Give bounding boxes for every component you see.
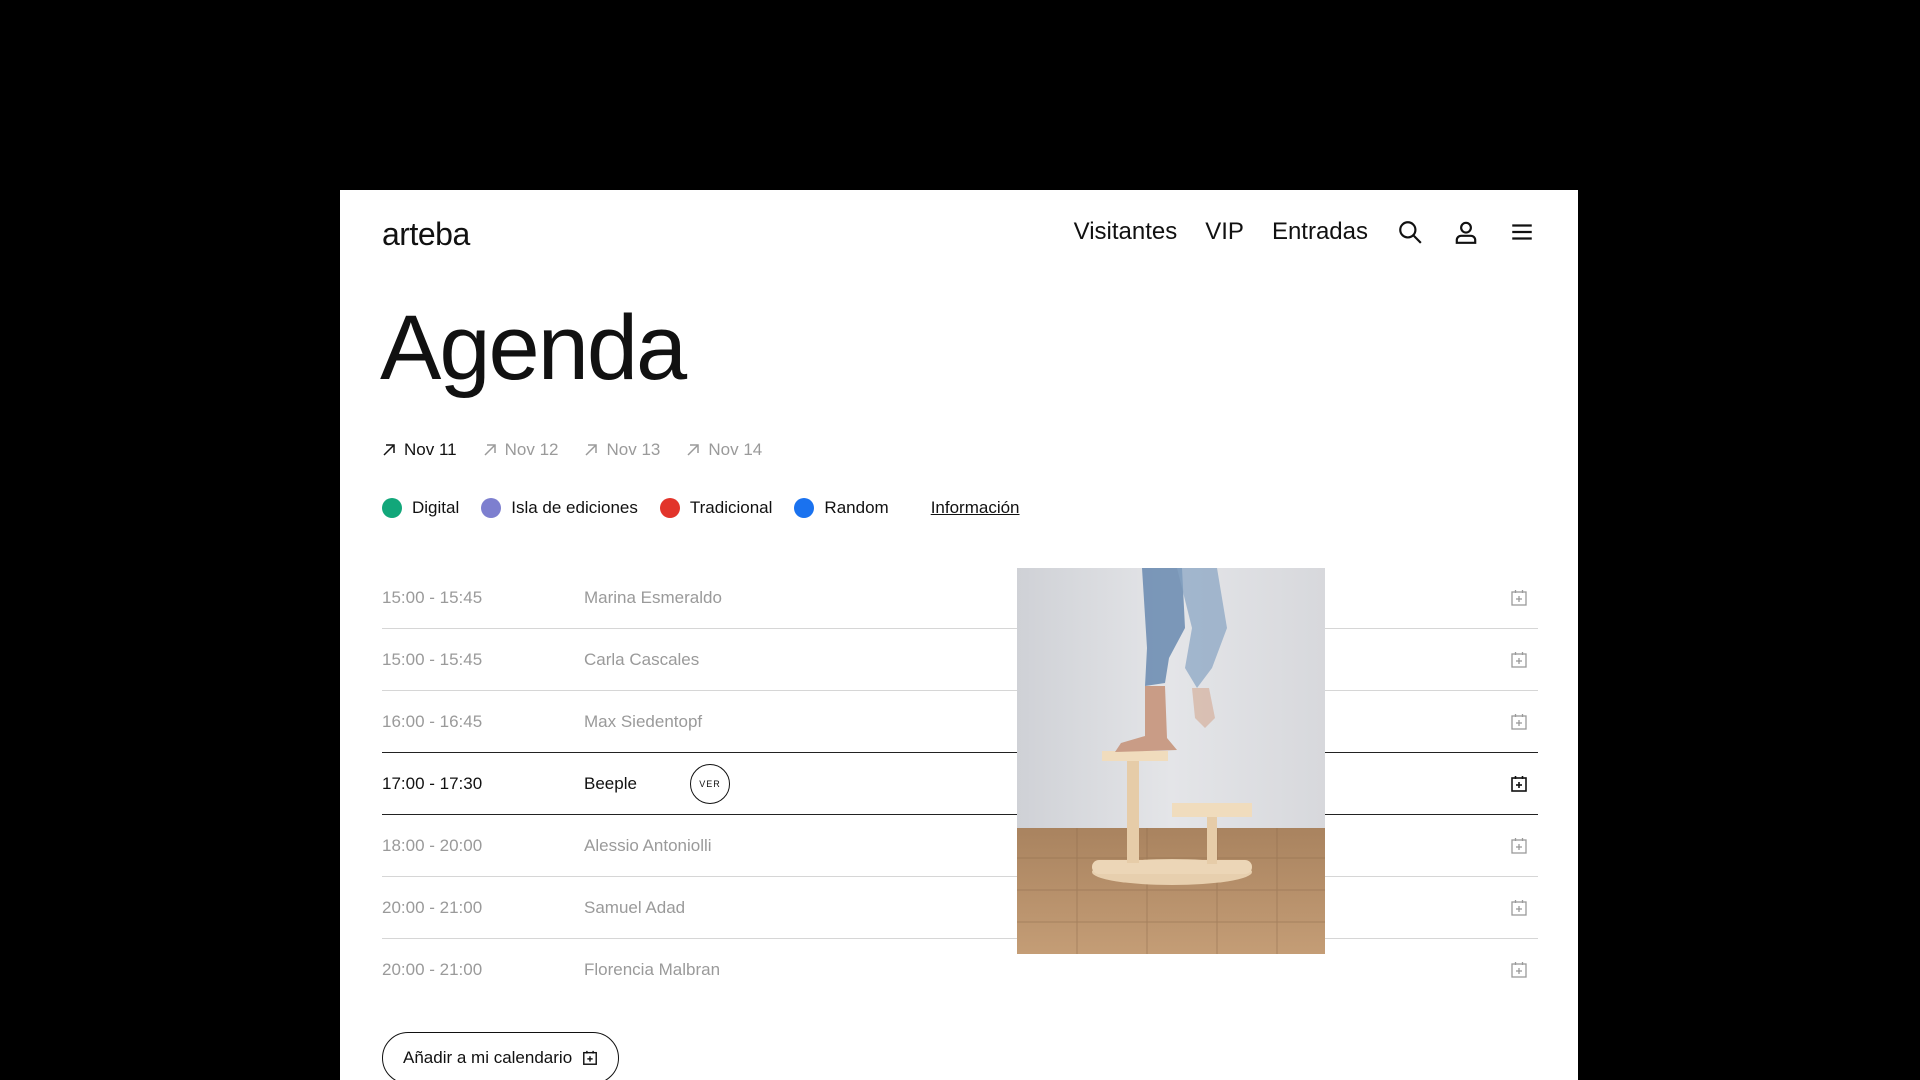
schedule-row-active[interactable]: 17:00 - 17:30 Beeple VER: [382, 753, 1538, 815]
search-icon[interactable]: [1396, 218, 1424, 246]
arrow-up-right-icon: [687, 444, 700, 456]
top-nav: Visitantes VIP Entradas: [1074, 218, 1536, 246]
nav-visitantes[interactable]: Visitantes: [1074, 218, 1178, 246]
schedule-row[interactable]: 18:00 - 20:00 Alessio Antoniolli: [382, 815, 1538, 877]
row-name: Samuel Adad: [584, 897, 686, 917]
calendar-add-icon[interactable]: [1510, 837, 1528, 855]
tab-nov-12[interactable]: Nov 12: [483, 440, 559, 460]
filter-tradicional[interactable]: Tradicional: [659, 498, 773, 518]
row-time: 18:00 - 20:00: [382, 835, 483, 855]
tab-nov-11[interactable]: Nov 11: [382, 440, 457, 460]
calendar-add-icon[interactable]: [1510, 899, 1528, 917]
schedule-row[interactable]: 20:00 - 21:00 Florencia Malbran: [382, 939, 1538, 1000]
tab-label: Nov 11: [404, 440, 457, 459]
calendar-add-icon[interactable]: [1510, 589, 1528, 607]
nav-entradas[interactable]: Entradas: [1272, 218, 1368, 246]
cta-label: Añadir a mi calendario: [403, 1048, 573, 1067]
calendar-add-icon[interactable]: [1510, 651, 1528, 669]
legend-label: Tradicional: [689, 498, 773, 517]
row-time: 15:00 - 15:45: [382, 649, 483, 669]
day-tabs: Nov 11 Nov 12 Nov 13 Nov 14: [382, 440, 762, 460]
schedule-row[interactable]: 16:00 - 16:45 Max Siedentopf: [382, 691, 1538, 753]
legend-label: Digital: [412, 498, 460, 517]
row-name: Marina Esmeraldo: [584, 587, 722, 607]
user-icon[interactable]: [1452, 218, 1480, 246]
tab-nov-13[interactable]: Nov 13: [584, 440, 660, 460]
arrow-up-right-icon: [585, 444, 598, 456]
page-title: Agenda: [380, 297, 687, 399]
nav-vip[interactable]: VIP: [1205, 218, 1244, 246]
calendar-add-icon[interactable]: [1510, 775, 1528, 793]
tradicional-dot-icon: [659, 498, 680, 518]
tab-label: Nov 12: [504, 440, 559, 459]
calendar-add-icon[interactable]: [1510, 713, 1528, 731]
arrow-up-right-icon: [484, 444, 496, 456]
isla-dot-icon: [481, 498, 502, 518]
row-name: Max Siedentopf: [584, 711, 703, 731]
menu-icon[interactable]: [1508, 218, 1536, 246]
category-legend: Digital Isla de ediciones Tradicional Ra…: [382, 498, 1020, 518]
ver-button[interactable]: VER: [690, 763, 730, 804]
calendar-add-icon: [583, 1050, 598, 1065]
row-name: Carla Cascales: [584, 649, 700, 669]
row-name: Beeple: [584, 773, 637, 793]
row-time: 17:00 - 17:30: [382, 773, 483, 793]
tab-label: Nov 13: [606, 440, 661, 459]
tab-nov-14[interactable]: Nov 14: [686, 440, 762, 460]
info-link[interactable]: Información: [931, 498, 1020, 518]
calendar-add-icon[interactable]: [1510, 961, 1528, 979]
legend-label: Isla de ediciones: [511, 498, 638, 517]
agenda-page: arteba Visitantes VIP Entradas Agenda No…: [340, 190, 1578, 1080]
row-name: Alessio Antoniolli: [584, 835, 712, 855]
row-time: 20:00 - 21:00: [382, 959, 483, 979]
schedule-row[interactable]: 20:00 - 21:00 Samuel Adad: [382, 877, 1538, 939]
tab-label: Nov 14: [708, 440, 763, 459]
schedule-list: 15:00 - 15:45 Marina Esmeraldo 15:00 - 1…: [382, 567, 1538, 1000]
filter-isla-de-ediciones[interactable]: Isla de ediciones: [481, 498, 638, 518]
row-time: 16:00 - 16:45: [382, 711, 483, 731]
random-dot-icon: [794, 498, 815, 518]
schedule-row[interactable]: 15:00 - 15:45 Marina Esmeraldo: [382, 567, 1538, 629]
logo[interactable]: arteba: [382, 216, 470, 253]
filter-digital[interactable]: Digital: [382, 498, 459, 518]
schedule-row[interactable]: 15:00 - 15:45 Carla Cascales: [382, 629, 1538, 691]
add-to-calendar-button[interactable]: Añadir a mi calendario: [382, 1032, 620, 1080]
row-time: 20:00 - 21:00: [382, 897, 483, 917]
filter-random[interactable]: Random: [794, 498, 889, 518]
row-name: Florencia Malbran: [584, 959, 721, 979]
legend-label: Random: [824, 498, 889, 517]
row-time: 15:00 - 15:45: [382, 587, 483, 607]
arrow-up-right-icon: [383, 444, 395, 456]
digital-dot-icon: [382, 498, 402, 518]
artist-preview-image: [1017, 568, 1325, 954]
